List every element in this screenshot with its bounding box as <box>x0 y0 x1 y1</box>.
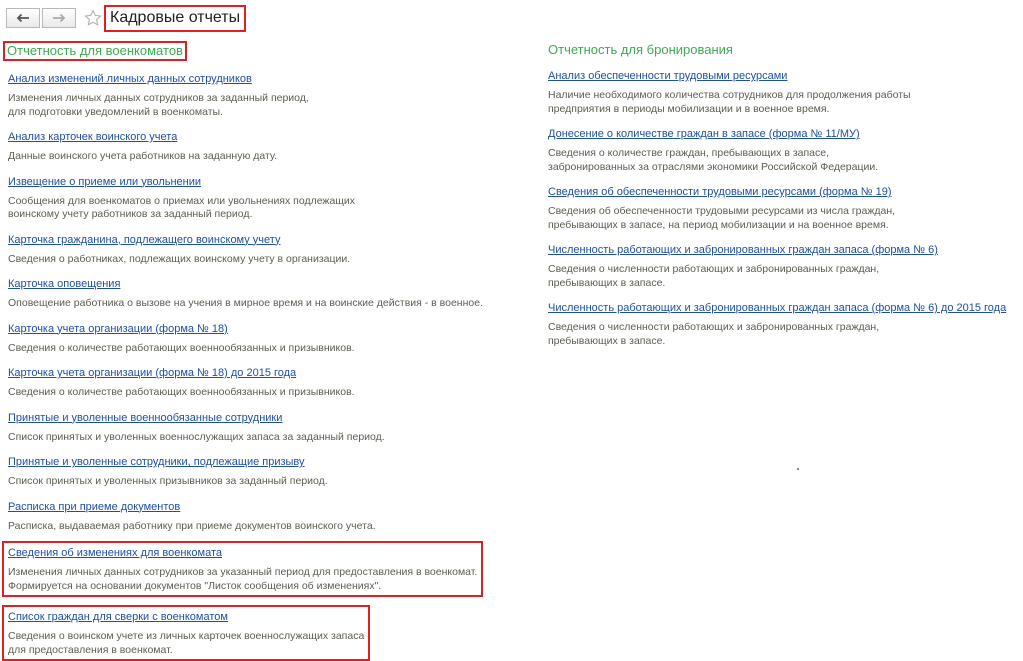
report-link[interactable]: Расписка при приеме документов <box>8 500 180 514</box>
report-item: Карточка оповещения Оповещение работника … <box>8 274 518 311</box>
report-link[interactable]: Сведения об обеспеченности трудовыми рес… <box>548 185 892 199</box>
report-item: Расписка при приеме документов Расписка, … <box>8 497 518 534</box>
report-link[interactable]: Карточка учета организации (форма № 18) … <box>8 366 296 380</box>
report-description: Сообщения для военкоматов о приемах или … <box>8 194 356 221</box>
report-link[interactable]: Карточка оповещения <box>8 277 120 291</box>
report-link[interactable]: Численность работающих и забронированных… <box>548 243 938 257</box>
report-link[interactable]: Анализ обеспеченности трудовыми ресурсам… <box>548 69 787 83</box>
arrow-left-icon <box>16 13 29 23</box>
report-description: Сведения о количестве граждан, пребывающ… <box>548 147 879 173</box>
report-item: Численность работающих и забронированных… <box>548 298 1018 348</box>
report-description: Наличие необходимого количества сотрудни… <box>548 89 911 115</box>
report-description: Сведения о количестве работающих военноо… <box>8 341 355 354</box>
page-title: Кадровые отчеты <box>104 4 247 32</box>
report-link[interactable]: Анализ карточек воинского учета <box>8 130 177 144</box>
report-item: Сведения об обеспеченности трудовыми рес… <box>548 182 1018 232</box>
section-title-reservation: Отчетность для бронирования <box>548 42 733 57</box>
report-description: Сведения о работниках, подлежащих воинск… <box>8 252 351 265</box>
report-item: Извещение о приеме или увольнении Сообщен… <box>8 172 518 222</box>
report-link[interactable]: Карточка гражданина, подлежащего воинско… <box>8 233 280 247</box>
report-link[interactable]: Извещение о приеме или увольнении <box>8 175 201 189</box>
section-title-military: Отчетность для военкоматов <box>3 41 187 61</box>
report-item: Карточка учета организации (форма № 18) … <box>8 363 518 400</box>
toolbar: Кадровые отчеты <box>6 4 247 32</box>
report-item: Список граждан для сверки с военкоматом С… <box>2 605 371 661</box>
report-item: Принятые и уволенные сотрудники, подлежа… <box>8 452 518 489</box>
report-item: Анализ карточек воинского учета Данные во… <box>8 127 518 164</box>
report-link[interactable]: Донесение о количестве граждан в запасе … <box>548 127 860 141</box>
report-item: Численность работающих и забронированных… <box>548 240 1018 290</box>
back-button[interactable] <box>6 8 40 28</box>
report-description: Список принятых и уволенных призывников … <box>8 475 328 487</box>
report-description: Оповещение работника о вызове на учения … <box>8 297 483 309</box>
reservation-reports-column: Отчетность для бронирования Анализ обесп… <box>548 42 1018 348</box>
report-description: Сведения об обеспеченности трудовыми рес… <box>548 205 896 231</box>
report-description: Изменения личных данных сотрудников за з… <box>8 92 309 118</box>
report-item: Донесение о количестве граждан в запасе … <box>548 124 1018 174</box>
star-icon[interactable] <box>84 9 102 27</box>
report-description: Сведения о численности работающих и забр… <box>548 263 880 289</box>
military-reports-column: Отчетность для военкоматов Анализ измене… <box>2 41 518 661</box>
decorative-dot <box>797 468 799 470</box>
report-item: Сведения об изменениях для военкомата Изм… <box>2 541 484 597</box>
report-description: Сведения о количестве работающих военноо… <box>8 386 355 398</box>
forward-button[interactable] <box>42 8 76 28</box>
report-link[interactable]: Принятые и уволенные сотрудники, подлежа… <box>8 455 305 469</box>
report-item: Анализ изменений личных данных сотрудник… <box>8 69 518 119</box>
report-item: Карточка учета организации (форма № 18) С… <box>8 319 518 356</box>
report-item: Карточка гражданина, подлежащего воинско… <box>8 230 518 267</box>
report-description: Сведения о численности работающих и забр… <box>548 321 880 347</box>
report-link[interactable]: Список граждан для сверки с военкоматом <box>8 610 228 624</box>
report-link[interactable]: Карточка учета организации (форма № 18) <box>8 322 228 336</box>
arrow-right-icon <box>53 13 66 23</box>
report-link[interactable]: Анализ изменений личных данных сотрудник… <box>8 72 252 86</box>
report-link[interactable]: Сведения об изменениях для военкомата <box>8 546 222 560</box>
report-item: Анализ обеспеченности трудовыми ресурсам… <box>548 66 1018 116</box>
report-description: Данные воинского учета работников на зад… <box>8 150 278 162</box>
report-link[interactable]: Принятые и уволенные военнообязанные сот… <box>8 411 282 425</box>
report-item: Принятые и уволенные военнообязанные сот… <box>8 408 518 445</box>
report-description: Расписка, выдаваемая работнику при прием… <box>8 519 376 532</box>
report-link[interactable]: Численность работающих и забронированных… <box>548 301 1006 315</box>
report-description: Список принятых и уволенных военнослужащ… <box>8 430 385 443</box>
report-description: Изменения личных данных сотрудников за у… <box>8 566 478 592</box>
